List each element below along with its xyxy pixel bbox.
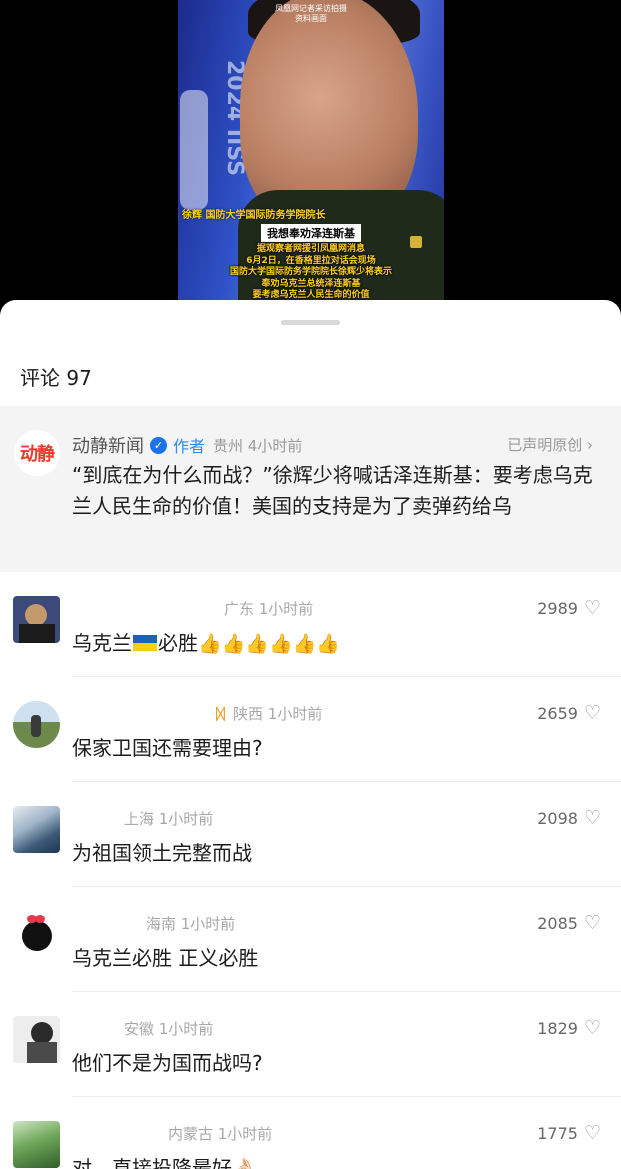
heart-icon: ♡ xyxy=(583,1121,601,1144)
avatar[interactable] xyxy=(13,806,60,853)
avatar[interactable] xyxy=(13,701,60,748)
post-meta: 贵州 4小时前 xyxy=(213,436,303,455)
avatar[interactable] xyxy=(13,1016,60,1063)
like-button[interactable]: 1775 ♡ xyxy=(537,1122,601,1144)
comment-meta: 安徽 1小时前 xyxy=(124,1020,214,1038)
author-avatar[interactable]: 动静 xyxy=(14,430,60,476)
heart-icon: ♡ xyxy=(583,1016,601,1039)
comment-text: 保家卫国还需要理由? xyxy=(72,736,263,760)
thumbs-up-icon: 👍👍👍👍👍👍 xyxy=(198,633,340,655)
like-button[interactable]: 2098 ♡ xyxy=(537,807,601,829)
comment-meta: 内蒙古 1小时前 xyxy=(168,1125,273,1143)
author-name[interactable]: 动静新闻 xyxy=(72,432,144,458)
quote-caption: 我想奉劝泽连斯基 xyxy=(178,222,444,242)
comments-count: 评论 97 xyxy=(20,366,92,390)
comment-item[interactable]: 广东 1小时前 2989 ♡ 乌克兰 必胜👍👍👍👍👍👍 xyxy=(0,572,621,677)
comment-text: 为祖国领土完整而战 xyxy=(72,841,252,865)
video-player[interactable]: 2024 IISS 凤凰网记者采访拍摄 资料画面 徐辉 国防大学国际防务学院院长… xyxy=(0,0,621,330)
avatar[interactable] xyxy=(13,1121,60,1168)
heart-icon: ♡ xyxy=(583,701,601,724)
comment-meta: 海南 1小时前 xyxy=(146,915,236,933)
stage-light xyxy=(180,90,208,210)
comment-item[interactable]: 安徽 1小时前 1829 ♡ 他们不是为国而战吗? xyxy=(0,992,621,1097)
avatar[interactable] xyxy=(13,911,60,958)
heart-icon: ♡ xyxy=(583,806,601,829)
video-frame: 2024 IISS 凤凰网记者采访拍摄 资料画面 徐辉 国防大学国际防务学院院长… xyxy=(178,0,444,330)
avatar[interactable] xyxy=(13,596,60,643)
speaker-name-caption: 徐辉 国防大学国际防务学院院长 xyxy=(182,210,326,221)
heart-icon: ♡ xyxy=(583,911,601,934)
comment-text: 乌克兰 必胜👍👍👍👍👍👍 xyxy=(72,631,340,655)
author-tag: 作者 xyxy=(173,437,206,456)
comment-item[interactable]: 海南 1小时前 2085 ♡ 乌克兰必胜 正义必胜 xyxy=(0,887,621,992)
comment-item[interactable]: ᛞ 陕西 1小时前 2659 ♡ 保家卫国还需要理由? xyxy=(0,677,621,782)
comments-sheet: 评论 97 动静 动静新闻 ✓ 作者 贵州 4小时前 已声明原创 › “到底在为… xyxy=(0,300,621,1169)
pinned-author-post[interactable]: 动静 动静新闻 ✓ 作者 贵州 4小时前 已声明原创 › “到底在为什么而战？”… xyxy=(0,406,621,572)
comment-text: 对，直接投降最好👌🏻 xyxy=(72,1156,257,1169)
like-button[interactable]: 2085 ♡ xyxy=(537,912,601,934)
video-source-caption: 凤凰网记者采访拍摄 资料画面 xyxy=(275,4,347,23)
comment-meta: 广东 1小时前 xyxy=(224,600,314,618)
ukraine-flag-icon xyxy=(133,635,157,651)
verified-icon: ✓ xyxy=(150,436,167,454)
original-declared-link[interactable]: 已声明原创 › xyxy=(507,432,593,458)
comment-meta: ᛞ 陕西 1小时前 xyxy=(216,705,323,723)
sheet-drag-handle[interactable] xyxy=(281,320,340,325)
like-button[interactable]: 1829 ♡ xyxy=(537,1017,601,1039)
heart-icon: ♡ xyxy=(583,596,601,619)
comment-meta: 上海 1小时前 xyxy=(124,810,214,828)
butterfly-badge-icon: ᛞ xyxy=(216,705,226,723)
pinned-text: “到底在为什么而战？”徐辉少将喊话泽连斯基：要考虑乌克兰人民生命的价值！美国的支… xyxy=(72,463,593,518)
comment-item[interactable]: 上海 1小时前 2098 ♡ 为祖国领土完整而战 xyxy=(0,782,621,887)
like-button[interactable]: 2989 ♡ xyxy=(537,597,601,619)
news-subtitles: 据观察者网援引凤凰网消息 6月2日，在香格里拉对话会现场 国防大学国际防务学院院… xyxy=(229,244,392,300)
comment-text: 他们不是为国而战吗? xyxy=(72,1051,263,1075)
pinned-header: 动静新闻 ✓ 作者 贵州 4小时前 已声明原创 › xyxy=(72,432,601,458)
comment-text: 乌克兰必胜 正义必胜 xyxy=(72,946,259,970)
like-button[interactable]: 2659 ♡ xyxy=(537,702,601,724)
comment-item[interactable]: 内蒙古 1小时前 1775 ♡ 对，直接投降最好👌🏻 xyxy=(0,1097,621,1169)
